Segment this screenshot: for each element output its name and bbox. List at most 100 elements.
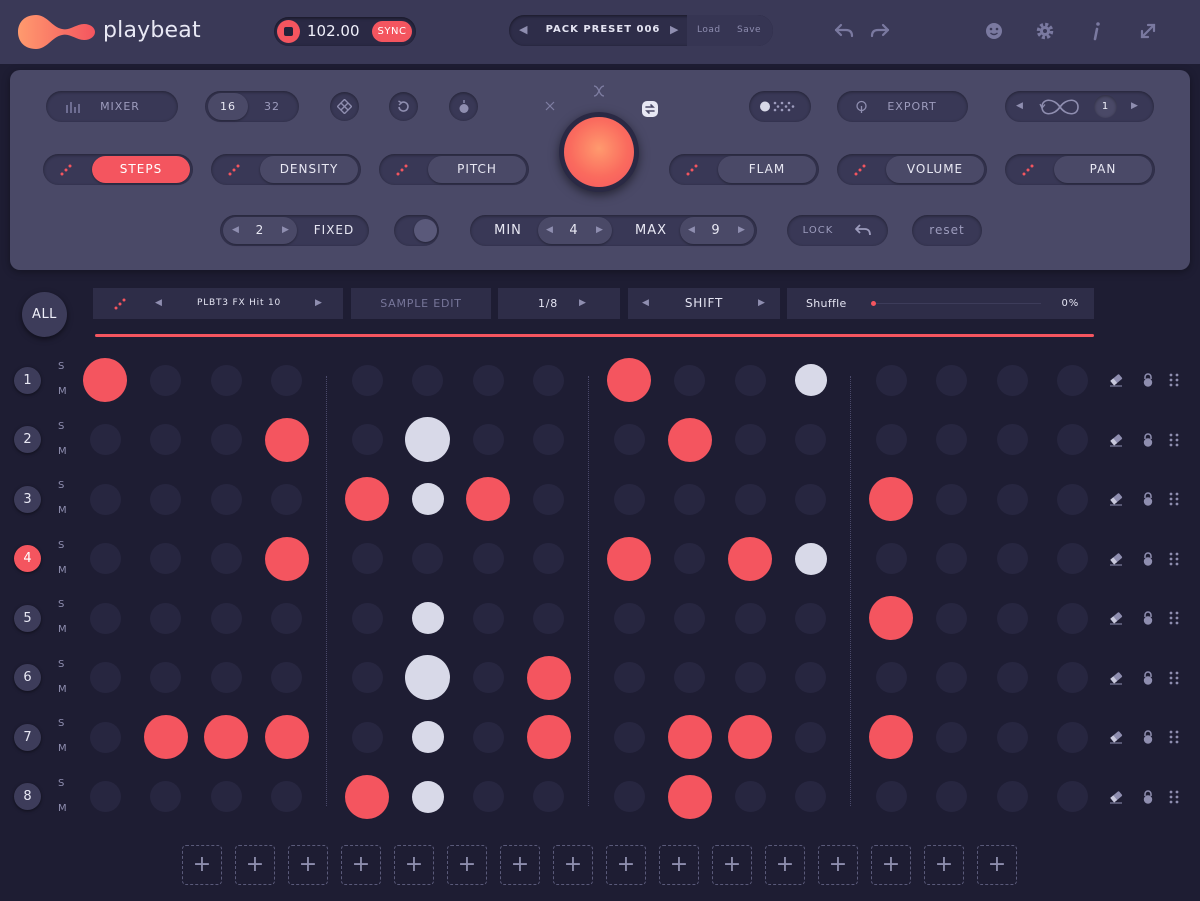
mixer-button[interactable]: MIXER xyxy=(46,91,178,122)
step-cell[interactable] xyxy=(210,424,242,455)
shuffle-slider-thumb[interactable] xyxy=(871,301,876,306)
loop-count[interactable]: 1 xyxy=(1094,95,1117,118)
step-cell[interactable] xyxy=(351,543,383,574)
add-step-slot[interactable]: + xyxy=(341,845,381,885)
step-cell[interactable] xyxy=(795,483,826,515)
lock-icon[interactable] xyxy=(1140,432,1156,448)
step-cell[interactable] xyxy=(936,721,967,753)
step-cell[interactable] xyxy=(875,662,907,693)
fixed-value[interactable]: 2 xyxy=(245,215,275,246)
add-step-slot[interactable]: + xyxy=(447,845,487,885)
step-cell[interactable] xyxy=(351,662,383,693)
step-cell[interactable] xyxy=(936,483,967,515)
add-step-slot[interactable]: + xyxy=(765,845,805,885)
master-randomize-knob[interactable] xyxy=(559,112,639,192)
track-number-5[interactable]: 5 xyxy=(14,604,41,632)
step-cell[interactable] xyxy=(875,364,907,396)
step-cell[interactable] xyxy=(734,424,766,455)
step-cell[interactable] xyxy=(150,602,181,634)
step-cell[interactable] xyxy=(264,536,309,581)
step-cell[interactable] xyxy=(794,542,827,575)
step-cell[interactable] xyxy=(875,781,907,812)
step-cell[interactable] xyxy=(1057,781,1088,812)
min-decrement-icon[interactable]: ◀ xyxy=(546,225,554,235)
step-cell[interactable] xyxy=(613,721,645,753)
step-cell[interactable] xyxy=(728,715,772,759)
step-cell[interactable] xyxy=(996,543,1028,574)
step-cell[interactable] xyxy=(526,655,571,700)
step-cell[interactable] xyxy=(613,483,645,515)
step-cell[interactable] xyxy=(674,543,705,574)
eraser-icon[interactable] xyxy=(1108,432,1124,448)
step-cell[interactable] xyxy=(936,602,967,634)
step-cell[interactable] xyxy=(667,417,712,462)
step-cell[interactable] xyxy=(411,780,444,813)
lock-icon[interactable] xyxy=(1140,551,1156,567)
shuffle-slider-track[interactable] xyxy=(871,301,1041,306)
add-step-slot[interactable]: + xyxy=(553,845,593,885)
redo-icon[interactable] xyxy=(868,19,892,43)
step-cell[interactable] xyxy=(150,662,181,693)
step-cell[interactable] xyxy=(345,477,389,521)
sample-next-icon[interactable]: ▶ xyxy=(315,288,323,319)
mute-button[interactable]: M xyxy=(58,565,67,576)
track-number-2[interactable]: 2 xyxy=(14,426,41,453)
eraser-icon[interactable] xyxy=(1108,372,1124,388)
eraser-icon[interactable] xyxy=(1108,729,1124,745)
max-value[interactable]: 9 xyxy=(701,215,731,246)
step-cell[interactable] xyxy=(89,602,121,634)
solo-button[interactable]: S xyxy=(58,778,64,789)
step-cell[interactable] xyxy=(875,543,907,574)
step-cell[interactable] xyxy=(472,424,504,455)
step-cell[interactable] xyxy=(411,721,444,753)
step-cell[interactable] xyxy=(795,424,826,455)
drag-handle-icon[interactable] xyxy=(1166,789,1182,805)
track-number-6[interactable]: 6 xyxy=(14,664,41,691)
solo-button[interactable]: S xyxy=(58,361,64,372)
step-cell[interactable] xyxy=(996,483,1028,515)
drag-handle-icon[interactable] xyxy=(1166,372,1182,388)
preset-prev-icon[interactable]: ◀ xyxy=(519,23,527,36)
step-cell[interactable] xyxy=(150,781,181,812)
eraser-icon[interactable] xyxy=(1108,491,1124,507)
resize-icon[interactable] xyxy=(1136,19,1160,43)
step-cell[interactable] xyxy=(264,417,309,462)
track-number-3[interactable]: 3 xyxy=(14,485,41,513)
add-step-slot[interactable]: + xyxy=(500,845,540,885)
crossfade-icon[interactable] xyxy=(592,84,606,98)
step-cell[interactable] xyxy=(1057,424,1088,455)
shift-right-icon[interactable]: ▶ xyxy=(758,288,766,319)
step-cell[interactable] xyxy=(533,543,564,574)
step-cell[interactable] xyxy=(613,424,645,455)
fixed-increment-icon[interactable]: ▶ xyxy=(282,225,290,235)
reset-button[interactable]: reset xyxy=(912,215,982,246)
preset-next-icon[interactable]: ▶ xyxy=(670,23,678,36)
step-cell[interactable] xyxy=(996,662,1028,693)
info-icon[interactable] xyxy=(1085,19,1109,43)
drag-handle-icon[interactable] xyxy=(1166,432,1182,448)
min-increment-icon[interactable]: ▶ xyxy=(596,225,604,235)
step-cell[interactable] xyxy=(1057,543,1088,574)
solo-button[interactable]: S xyxy=(58,540,64,551)
add-step-slot[interactable]: + xyxy=(871,845,911,885)
step-cell[interactable] xyxy=(472,602,504,634)
drag-handle-icon[interactable] xyxy=(1166,729,1182,745)
step-cell[interactable] xyxy=(412,543,443,574)
step-cell[interactable] xyxy=(405,655,450,700)
step-cell[interactable] xyxy=(1057,721,1088,753)
param-button-volume[interactable]: VOLUME xyxy=(837,154,987,185)
face-icon[interactable] xyxy=(982,19,1006,43)
step-cell[interactable] xyxy=(728,536,772,581)
add-step-slot[interactable]: + xyxy=(235,845,275,885)
stop-button[interactable] xyxy=(277,20,300,43)
add-step-slot[interactable]: + xyxy=(288,845,328,885)
add-step-slot[interactable]: + xyxy=(394,845,434,885)
step-cell[interactable] xyxy=(411,602,444,634)
param-button-pitch[interactable]: PITCH xyxy=(379,154,529,185)
step-cell[interactable] xyxy=(472,364,504,396)
step-cell[interactable] xyxy=(264,715,309,759)
step-cell[interactable] xyxy=(1057,364,1088,396)
eraser-icon[interactable] xyxy=(1108,551,1124,567)
step-cell[interactable] xyxy=(674,602,705,634)
drag-handle-icon[interactable] xyxy=(1166,551,1182,567)
